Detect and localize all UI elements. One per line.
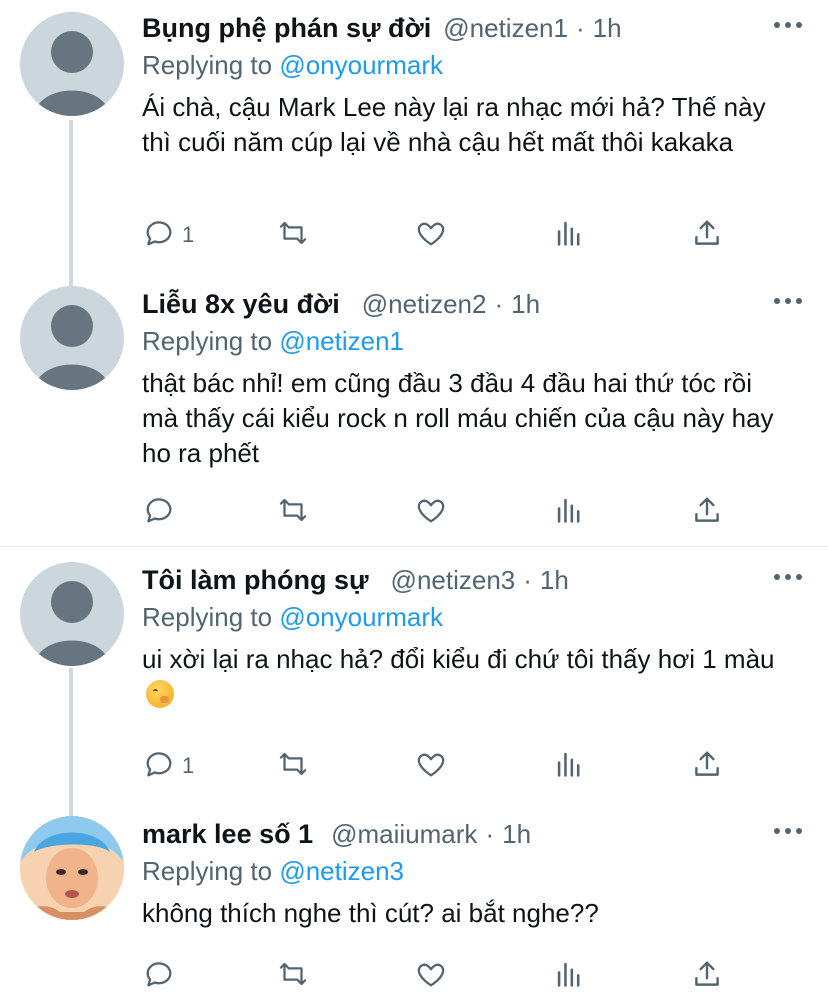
timestamp[interactable]: 1h	[540, 565, 569, 596]
replying-to: Replying to @netizen3	[142, 856, 404, 887]
share-icon	[690, 957, 724, 996]
mention-link[interactable]: @netizen1	[279, 326, 404, 356]
user-handle[interactable]: @netizen3	[391, 565, 516, 596]
share-button[interactable]	[690, 215, 724, 255]
separator-dot: ·	[494, 288, 504, 319]
like-button[interactable]	[414, 746, 448, 786]
tweet-text: ui xời lại ra nhạc hả? đổi kiểu đi chứ t…	[142, 642, 792, 712]
tweet-text-content: ui xời lại ra nhạc hả? đổi kiểu đi chứ t…	[142, 644, 775, 674]
like-icon	[414, 216, 448, 255]
replying-label: Replying to	[142, 602, 273, 632]
reply-count: 1	[182, 222, 195, 247]
replying-to: Replying to @onyourmark	[142, 602, 443, 633]
analytics-button[interactable]	[552, 215, 586, 255]
retweet-button[interactable]	[276, 746, 310, 786]
retweet-icon	[276, 957, 310, 996]
like-icon	[414, 493, 448, 532]
user-handle[interactable]: @netizen2	[362, 289, 487, 320]
default-avatar-icon[interactable]	[20, 286, 124, 390]
reply-button[interactable]	[142, 956, 182, 996]
analytics-icon	[552, 216, 586, 255]
timestamp[interactable]: 1h	[511, 289, 540, 320]
reply-icon	[142, 216, 176, 255]
tweet-text: Ái chà, cậu Mark Lee này lại ra nhạc mới…	[142, 92, 766, 157]
share-button[interactable]	[690, 746, 724, 786]
replying-label: Replying to	[142, 326, 273, 356]
retweet-icon	[276, 747, 310, 786]
reply-icon	[142, 747, 176, 786]
tweet[interactable]: mark lee số 1 @maiiumark · 1h Replying t…	[0, 814, 828, 1001]
more-icon[interactable]	[774, 298, 802, 304]
default-avatar-icon[interactable]	[20, 12, 124, 116]
retweet-button[interactable]	[276, 492, 310, 532]
user-avatar[interactable]	[20, 816, 124, 920]
like-icon	[414, 957, 448, 996]
like-button[interactable]	[414, 492, 448, 532]
more-icon[interactable]	[774, 574, 802, 580]
more-icon[interactable]	[774, 22, 802, 28]
timestamp[interactable]: 1h	[502, 819, 531, 850]
retweet-button[interactable]	[276, 956, 310, 996]
like-button[interactable]	[414, 956, 448, 996]
mention-link[interactable]: @onyourmark	[279, 602, 443, 632]
retweet-button[interactable]	[276, 215, 310, 255]
display-name[interactable]: Tôi làm phóng sự	[142, 565, 369, 596]
mention-link[interactable]: @netizen3	[279, 856, 404, 886]
tweet-divider	[0, 546, 828, 547]
like-button[interactable]	[414, 215, 448, 255]
tweet-text: thật bác nhỉ! em cũng đầu 3 đầu 4 đầu ha…	[142, 368, 774, 468]
reply-icon	[142, 957, 176, 996]
tweet-header: Bụng phệ phán sự đời @netizen1 · 1h	[142, 8, 622, 48]
reply-button[interactable]: 1	[142, 215, 194, 255]
reply-icon	[142, 493, 176, 532]
user-handle[interactable]: @maiiumark	[331, 819, 477, 850]
tweet-header: Liễu 8x yêu đời @netizen2 · 1h	[142, 284, 540, 324]
tweet-actions: 1	[142, 746, 742, 786]
tweet-header: Tôi làm phóng sự @netizen3 · 1h	[142, 560, 569, 600]
tweet-actions: 1	[142, 215, 742, 255]
share-icon	[690, 216, 724, 255]
tweet[interactable]: Liễu 8x yêu đời @netizen2 · 1h Replying …	[0, 284, 828, 544]
analytics-icon	[552, 747, 586, 786]
like-icon	[414, 747, 448, 786]
separator-dot: ·	[575, 12, 585, 43]
analytics-button[interactable]	[552, 746, 586, 786]
retweet-icon	[276, 216, 310, 255]
replying-to: Replying to @onyourmark	[142, 50, 443, 81]
display-name[interactable]: mark lee số 1	[142, 819, 313, 850]
reply-button[interactable]	[142, 492, 182, 532]
more-icon[interactable]	[774, 828, 802, 834]
replying-label: Replying to	[142, 50, 273, 80]
analytics-icon	[552, 957, 586, 996]
share-icon	[690, 493, 724, 532]
display-name[interactable]: Liễu 8x yêu đời	[142, 289, 340, 320]
default-avatar-icon[interactable]	[20, 562, 124, 666]
user-handle[interactable]: @netizen1	[443, 13, 568, 44]
replying-label: Replying to	[142, 856, 273, 886]
reply-count: 1	[182, 753, 195, 778]
separator-dot: ·	[485, 818, 495, 849]
mention-link[interactable]: @onyourmark	[279, 50, 443, 80]
tweet-actions	[142, 956, 742, 996]
analytics-icon	[552, 493, 586, 532]
yawning-face-icon	[146, 680, 174, 708]
display-name[interactable]: Bụng phệ phán sự đời	[142, 13, 431, 44]
replying-to: Replying to @netizen1	[142, 326, 404, 357]
tweet[interactable]: Bụng phệ phán sự đời @netizen1 · 1h Repl…	[0, 8, 828, 268]
tweet-text: không thích nghe thì cút? ai bắt nghe??	[142, 898, 599, 928]
share-button[interactable]	[690, 956, 724, 996]
reply-button[interactable]: 1	[142, 746, 194, 786]
tweet[interactable]: Tôi làm phóng sự @netizen3 · 1h Replying…	[0, 560, 828, 800]
timestamp[interactable]: 1h	[593, 13, 622, 44]
share-button[interactable]	[690, 492, 724, 532]
retweet-icon	[276, 493, 310, 532]
separator-dot: ·	[523, 564, 532, 595]
tweet-actions	[142, 492, 742, 532]
tweet-header: mark lee số 1 @maiiumark · 1h	[142, 814, 531, 854]
analytics-button[interactable]	[552, 956, 586, 996]
share-icon	[690, 747, 724, 786]
analytics-button[interactable]	[552, 492, 586, 532]
